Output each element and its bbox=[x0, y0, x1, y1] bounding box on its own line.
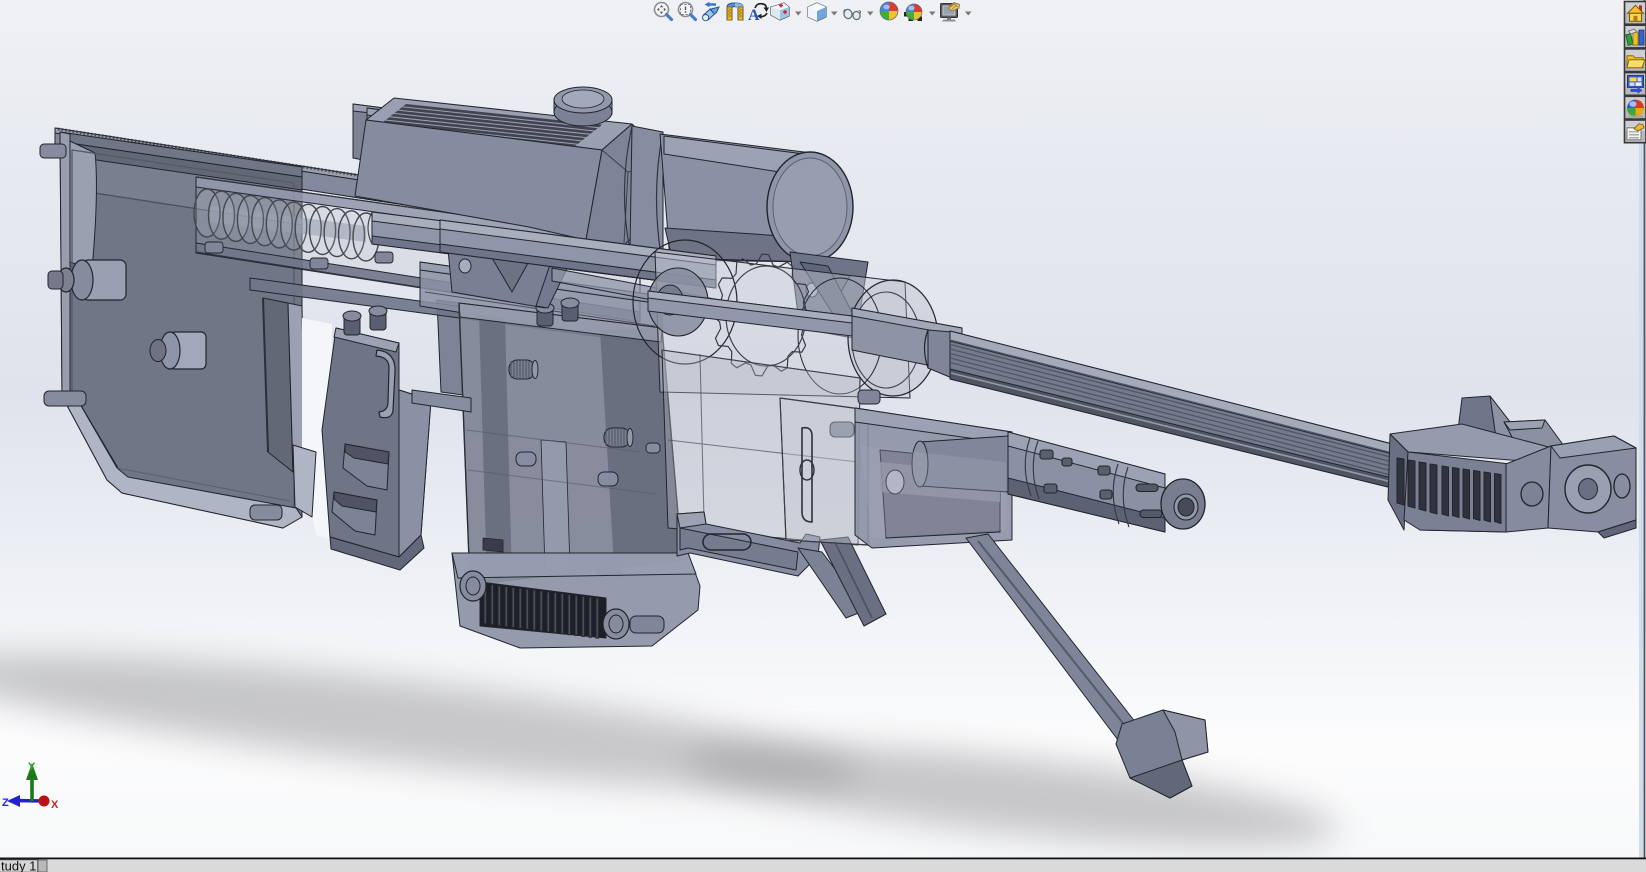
svg-text:X: X bbox=[51, 799, 59, 811]
svg-text:Z: Z bbox=[2, 797, 9, 809]
svg-text:tudy 1: tudy 1 bbox=[1, 859, 36, 872]
svg-text:Y: Y bbox=[28, 761, 36, 773]
